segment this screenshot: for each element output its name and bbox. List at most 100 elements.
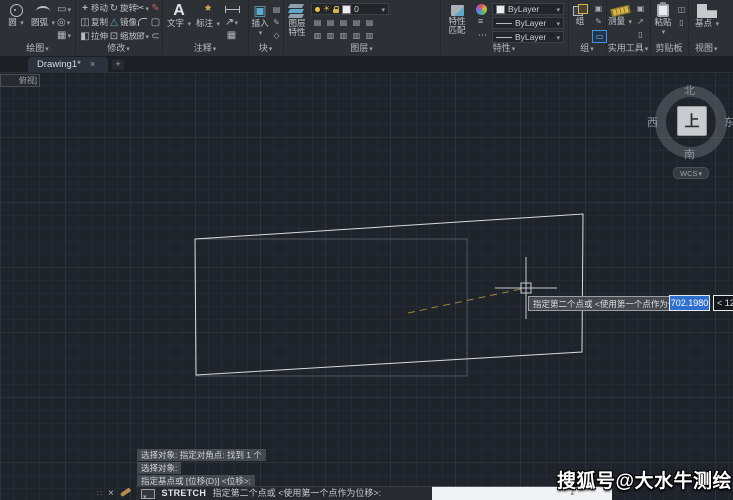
drawing-tab[interactable]: Drawing1* bbox=[28, 57, 108, 72]
viewcube-west-label[interactable]: 西 bbox=[647, 114, 658, 130]
layer-off-icon[interactable]: ▤ bbox=[311, 17, 324, 28]
tab-close-icon[interactable]: × bbox=[90, 57, 95, 72]
layer-match-icon[interactable]: ▥ bbox=[324, 30, 337, 41]
rotate-button[interactable]: ↻旋转 bbox=[108, 3, 137, 14]
panel-draw: 圆 圆弧 ▭ ◎ ▦ 绘图 bbox=[0, 0, 76, 55]
circle-flyout-icon[interactable] bbox=[19, 17, 24, 27]
base-view-flyout-icon[interactable] bbox=[714, 18, 719, 28]
object-color-dropdown[interactable]: ByLayer bbox=[492, 3, 564, 15]
layer-dropdown[interactable]: ☀ 0 bbox=[311, 3, 389, 15]
arc-flyout-icon[interactable] bbox=[50, 17, 55, 27]
measure-flyout-icon[interactable] bbox=[627, 16, 632, 26]
lineweight-dropdown[interactable]: ByLayer bbox=[492, 17, 564, 29]
insert-flyout-icon[interactable] bbox=[258, 27, 263, 37]
base-view-button[interactable]: 基点 bbox=[692, 2, 722, 29]
measure-button[interactable]: 测量 bbox=[608, 2, 632, 27]
autocad-window: 圆 圆弧 ▭ ◎ ▦ 绘图 +移动 ◫复制 ◧拉伸 ↻旋转 △镜像 ⊡缩放 ✂ … bbox=[0, 0, 733, 500]
recent-commands-icon[interactable] bbox=[141, 489, 155, 499]
text-flyout-icon[interactable] bbox=[186, 18, 191, 28]
viewport-control[interactable]: 俯视] bbox=[0, 74, 40, 87]
layer-merge-icon[interactable]: ▥ bbox=[350, 30, 363, 41]
erase-icon[interactable]: ✎ bbox=[149, 3, 162, 14]
cmdline-grip-icon[interactable]: ∷ bbox=[97, 487, 102, 500]
layer-walk-icon[interactable]: ▥ bbox=[311, 30, 324, 41]
command-prompt-text: 指定第二个点或 <使用第一个点作为位移>: bbox=[213, 488, 382, 498]
ungroup-icon[interactable]: ▣ bbox=[592, 3, 605, 14]
match-properties-button[interactable]: 特性 匹配 bbox=[444, 2, 470, 35]
dynamic-input-distance-field[interactable]: 702.1980 bbox=[669, 295, 710, 311]
drawing-canvas[interactable] bbox=[0, 72, 733, 500]
offset-icon[interactable]: ▢ bbox=[149, 17, 162, 28]
paste-flyout-icon[interactable] bbox=[661, 26, 666, 36]
layer-prev-icon[interactable]: ▥ bbox=[337, 30, 350, 41]
layer-lock-icon[interactable]: ▤ bbox=[350, 17, 363, 28]
panel-layers: 图层 特性 ☀ 0 ▤ ▤ ▤ ▤ ▤ ▥ ▥ ▥ ▥ ▥ 图层 bbox=[283, 0, 441, 55]
group-button[interactable]: 组 bbox=[570, 2, 590, 26]
dimension-icon: * bbox=[195, 2, 221, 19]
arc-label: 圆弧 bbox=[31, 17, 48, 27]
layer-on-icon bbox=[315, 7, 320, 12]
panel-label-layers[interactable]: 图层 bbox=[283, 41, 440, 54]
layer-freeze-icon[interactable]: ▤ bbox=[337, 17, 350, 28]
dimension-flyout-icon[interactable] bbox=[215, 18, 220, 28]
lineweight-dropdown-arrow-icon bbox=[555, 18, 560, 28]
table-icon[interactable]: ▦ bbox=[225, 30, 238, 41]
panel-label-group[interactable]: 组 bbox=[568, 41, 606, 54]
dynamic-input-angle-field[interactable]: < 12 bbox=[713, 295, 733, 311]
panel-view: 基点 视图 bbox=[688, 0, 733, 55]
layer-properties-button[interactable]: 图层 特性 bbox=[285, 2, 309, 37]
panel-clipboard: 粘贴 ◫ ▯ 剪贴板 bbox=[650, 0, 689, 55]
panel-label-block[interactable]: 块 bbox=[248, 41, 283, 54]
panel-label-view[interactable]: 视图 bbox=[688, 41, 733, 54]
ribbon: 圆 圆弧 ▭ ◎ ▦ 绘图 +移动 ◫复制 ◧拉伸 ↻旋转 △镜像 ⊡缩放 ✂ … bbox=[0, 0, 733, 56]
circle-button[interactable]: 圆 bbox=[3, 2, 29, 28]
watermark: 搜狐号@大水牛测绘 bbox=[557, 466, 732, 493]
new-tab-button[interactable]: + bbox=[112, 59, 124, 70]
command-prompt-bar[interactable]: STRETCH 指定第二个点或 <使用第一个点作为位移>: bbox=[136, 486, 432, 500]
viewcube-top-face[interactable]: 上 bbox=[677, 106, 707, 136]
layer-delete-icon[interactable]: ▥ bbox=[363, 30, 376, 41]
lineweight-swatch bbox=[496, 23, 512, 24]
insert-icon: ▣ bbox=[249, 2, 271, 19]
move-button[interactable]: +移动 bbox=[79, 3, 108, 14]
quick-calc-icon[interactable]: ↗ bbox=[634, 16, 647, 27]
viewcube-north-label[interactable]: 北 bbox=[684, 82, 695, 98]
panel-label-utilities[interactable]: 实用工具 bbox=[606, 41, 650, 54]
viewcube-east-label[interactable]: 东 bbox=[724, 114, 733, 130]
panel-block: ▣ 插入 ▤ ✎ ◇ 块 bbox=[248, 0, 284, 55]
paste-button[interactable]: 粘贴 bbox=[652, 2, 674, 37]
cut-clip-icon[interactable]: ▯ bbox=[675, 17, 688, 28]
block-attr-icon[interactable]: ✎ bbox=[270, 17, 283, 28]
mirror-button[interactable]: △镜像 bbox=[108, 17, 137, 28]
insert-button[interactable]: ▣ 插入 bbox=[249, 2, 271, 38]
history-line-1: 选择对象: 指定对角点: 找到 1 个 bbox=[137, 449, 266, 461]
layer-make-current-icon[interactable]: ▤ bbox=[363, 17, 376, 28]
group-edit-icon[interactable]: ✎ bbox=[592, 16, 605, 27]
match-properties-icon bbox=[451, 5, 464, 16]
panel-label-draw[interactable]: 绘图 bbox=[0, 41, 75, 54]
copy-button[interactable]: ◫复制 bbox=[79, 17, 108, 28]
viewcube-south-label[interactable]: 南 bbox=[684, 146, 695, 162]
wcs-dropdown[interactable]: WCS bbox=[673, 167, 709, 179]
copy-clip-icon[interactable]: ◫ bbox=[675, 4, 688, 15]
leader-icon[interactable]: ↗ bbox=[225, 17, 238, 29]
quick-select-icon[interactable]: ▣ bbox=[634, 3, 647, 14]
arc-button[interactable]: 圆弧 bbox=[30, 2, 56, 28]
panel-label-clipboard[interactable]: 剪贴板 bbox=[650, 41, 688, 54]
ellipse-tool-icon[interactable]: ◎ bbox=[57, 17, 70, 29]
layer-isolate-icon[interactable]: ▤ bbox=[324, 17, 337, 28]
point-style-icon[interactable]: ▯ bbox=[634, 29, 647, 40]
panel-label-modify[interactable]: 修改 bbox=[75, 41, 162, 54]
text-button[interactable]: A 文字 bbox=[166, 2, 192, 29]
cmdline-close-icon[interactable]: × bbox=[108, 487, 114, 500]
panel-label-annotate[interactable]: 注释 bbox=[162, 41, 248, 54]
trim-icon[interactable]: ✂ bbox=[136, 3, 149, 15]
lineweight-icon: ≡ bbox=[478, 16, 483, 26]
block-define-icon[interactable]: ◇ bbox=[270, 30, 283, 41]
block-edit-icon[interactable]: ▤ bbox=[270, 4, 283, 15]
panel-label-properties[interactable]: 特性 bbox=[440, 41, 568, 54]
rectangle-tool-icon[interactable]: ▭ bbox=[57, 4, 70, 16]
layer-dropdown-arrow-icon bbox=[380, 4, 385, 14]
active-command: STRETCH bbox=[162, 488, 207, 498]
dimension-button[interactable]: * 标注 bbox=[195, 2, 221, 29]
